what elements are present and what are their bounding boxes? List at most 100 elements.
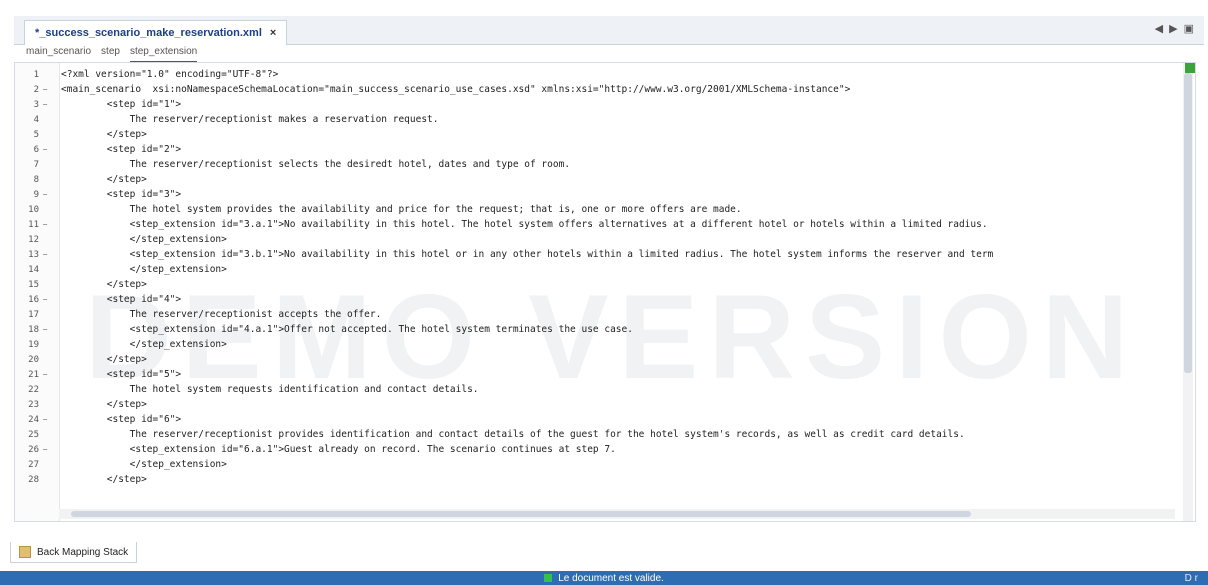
code-line[interactable]: 3− <step id="1"> — [15, 97, 1175, 112]
code-text: </step> — [61, 474, 147, 485]
fold-icon[interactable]: − — [39, 190, 51, 199]
scroll-thumb[interactable] — [1184, 73, 1192, 373]
code-line[interactable]: 1 <?xml version="1.0" encoding="UTF-8"?> — [15, 67, 1175, 82]
line-number: 25 — [28, 429, 39, 440]
code-text: <step id="3"> — [61, 189, 182, 200]
tab-controls: ◀ ▶ ▣ — [1155, 22, 1194, 35]
code-line[interactable]: 26− <step_extension id="6.a.1">Guest alr… — [15, 442, 1175, 457]
code-text: </step> — [61, 279, 147, 290]
line-number: 13 — [28, 249, 39, 260]
fold-icon[interactable]: − — [39, 145, 51, 154]
code-text: <?xml version="1.0" encoding="UTF-8"?> — [61, 69, 279, 80]
code-text: <step id="5"> — [61, 369, 182, 380]
breadcrumb-item-selected[interactable]: step_extension — [129, 46, 198, 62]
code-line[interactable]: 10 The hotel system provides the availab… — [15, 202, 1175, 217]
code-line[interactable]: 13− <step_extension id="3.b.1">No availa… — [15, 247, 1175, 262]
tab-xml-file[interactable]: *_success_scenario_make_reservation.xml … — [24, 20, 288, 45]
code-line[interactable]: 20 </step> — [15, 352, 1175, 367]
code-editor[interactable]: DEMO VERSION 1 <?xml version="1.0" encodi… — [14, 62, 1196, 522]
code-text: <step id="1"> — [61, 99, 182, 110]
line-number: 2 — [33, 84, 39, 95]
code-text: <step_extension id="3.b.1">No availabili… — [61, 249, 994, 260]
breadcrumb-item[interactable]: step — [101, 46, 120, 62]
fold-icon[interactable]: − — [39, 85, 51, 94]
horizontal-scrollbar[interactable] — [59, 509, 1175, 519]
line-number: 10 — [28, 204, 39, 215]
code-line[interactable]: 27 </step_extension> — [15, 457, 1175, 472]
fold-icon[interactable]: − — [39, 295, 51, 304]
line-number: 6 — [33, 144, 39, 155]
code-line[interactable]: 17 The reserver/receptionist accepts the… — [15, 307, 1175, 322]
code-text: </step> — [61, 399, 147, 410]
line-number: 15 — [28, 279, 39, 290]
code-text: The reserver/receptionist makes a reserv… — [61, 114, 439, 125]
line-number: 16 — [28, 294, 39, 305]
line-number: 21 — [28, 369, 39, 380]
line-number: 14 — [28, 264, 39, 275]
code-line[interactable]: 11− <step_extension id="3.a.1">No availa… — [15, 217, 1175, 232]
breadcrumb-item[interactable]: main_scenario — [26, 46, 91, 62]
code-text: The reserver/receptionist provides ident… — [61, 429, 965, 440]
line-number: 20 — [28, 354, 39, 365]
code-text: The reserver/receptionist selects the de… — [61, 159, 571, 170]
code-line[interactable]: 14 </step_extension> — [15, 262, 1175, 277]
line-number: 4 — [33, 114, 39, 125]
line-number: 23 — [28, 399, 39, 410]
code-line[interactable]: 23 </step> — [15, 397, 1175, 412]
code-text: <step_extension id="4.a.1">Offer not acc… — [61, 324, 633, 335]
code-text: </step> — [61, 174, 147, 185]
code-line[interactable]: 21− <step id="5"> — [15, 367, 1175, 382]
next-tab-icon[interactable]: ▶ — [1169, 22, 1177, 35]
fold-icon[interactable]: − — [39, 325, 51, 334]
code-text: The hotel system provides the availabili… — [61, 204, 742, 215]
code-line[interactable]: 19 </step_extension> — [15, 337, 1175, 352]
fold-icon[interactable]: − — [39, 445, 51, 454]
scroll-thumb[interactable] — [71, 511, 971, 517]
code-line[interactable]: 2− <main_scenario xsi:noNamespaceSchemaLo… — [15, 82, 1175, 97]
code-line[interactable]: 5 </step> — [15, 127, 1175, 142]
code-line[interactable]: 6− <step id="2"> — [15, 142, 1175, 157]
fold-icon[interactable]: − — [39, 415, 51, 424]
back-mapping-stack-tab[interactable]: Back Mapping Stack — [10, 542, 138, 563]
vertical-scrollbar[interactable] — [1183, 63, 1195, 521]
breadcrumb: main_scenario step step_extension — [26, 46, 198, 62]
line-number: 19 — [28, 339, 39, 350]
code-line[interactable]: 8 </step> — [15, 172, 1175, 187]
code-text: </step_extension> — [61, 459, 227, 470]
tab-bar: *_success_scenario_make_reservation.xml … — [14, 16, 1204, 45]
code-line[interactable]: 22 The hotel system requests identificat… — [15, 382, 1175, 397]
line-number: 12 — [28, 234, 39, 245]
line-number: 9 — [33, 189, 39, 200]
code-lines[interactable]: 1 <?xml version="1.0" encoding="UTF-8"?> 2… — [15, 67, 1175, 487]
fold-icon[interactable]: − — [39, 100, 51, 109]
code-line[interactable]: 4 The reserver/receptionist makes a rese… — [15, 112, 1175, 127]
line-number: 7 — [33, 159, 39, 170]
code-line[interactable]: 7 The reserver/receptionist selects the … — [15, 157, 1175, 172]
code-text: <step id="6"> — [61, 414, 182, 425]
line-number: 26 — [28, 444, 39, 455]
line-number: 17 — [28, 309, 39, 320]
fold-icon[interactable]: − — [39, 250, 51, 259]
tab-list-icon[interactable]: ▣ — [1184, 22, 1194, 35]
code-line[interactable]: 9− <step id="3"> — [15, 187, 1175, 202]
code-line[interactable]: 25 The reserver/receptionist provides id… — [15, 427, 1175, 442]
code-text: The reserver/receptionist accepts the of… — [61, 309, 382, 320]
close-icon[interactable]: × — [270, 27, 276, 39]
code-line[interactable]: 28 </step> — [15, 472, 1175, 487]
line-number: 11 — [28, 219, 39, 230]
code-text: </step_extension> — [61, 234, 227, 245]
code-line[interactable]: 24− <step id="6"> — [15, 412, 1175, 427]
code-line[interactable]: 12 </step_extension> — [15, 232, 1175, 247]
line-number: 8 — [33, 174, 39, 185]
line-number: 27 — [28, 459, 39, 470]
fold-icon[interactable]: − — [39, 220, 51, 229]
validation-ok-icon — [1185, 63, 1195, 73]
previous-tab-icon[interactable]: ◀ — [1155, 22, 1163, 35]
status-right: D r — [1184, 572, 1198, 584]
code-line[interactable]: 18− <step_extension id="4.a.1">Offer not… — [15, 322, 1175, 337]
code-line[interactable]: 16− <step id="4"> — [15, 292, 1175, 307]
code-text: </step_extension> — [61, 339, 227, 350]
code-text: <step id="4"> — [61, 294, 182, 305]
code-line[interactable]: 15 </step> — [15, 277, 1175, 292]
fold-icon[interactable]: − — [39, 370, 51, 379]
